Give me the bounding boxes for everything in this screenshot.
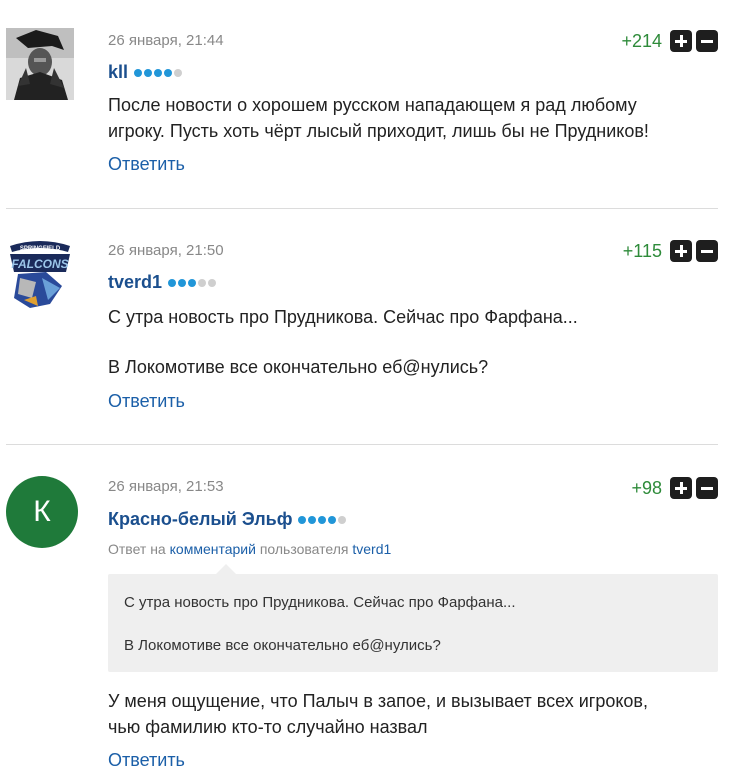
comment-text: У меня ощущение, что Палыч в запое, и вы… (108, 691, 648, 737)
upvote-button[interactable] (670, 240, 692, 262)
minus-icon (701, 250, 713, 253)
reply-to-info: Ответ на комментарий пользователя tverd1 (108, 541, 392, 557)
minus-icon (701, 40, 713, 43)
logo-falcons-text: FALCONS (11, 257, 68, 271)
user-photo-icon (6, 28, 74, 100)
upvote-button[interactable] (670, 30, 692, 52)
comment-date: 26 января, 21:50 (108, 242, 224, 259)
rating-dots (134, 68, 183, 77)
upvote-button[interactable] (670, 477, 692, 499)
vote-box: +115 (623, 240, 718, 262)
avatar[interactable]: SPRINGFIELD FALCONS (6, 238, 74, 310)
divider (6, 444, 718, 445)
reply-link[interactable]: Ответить (108, 750, 185, 771)
downvote-button[interactable] (696, 240, 718, 262)
comment-author[interactable]: tverd1 (108, 272, 217, 293)
reply-link[interactable]: Ответить (108, 391, 185, 412)
divider (6, 208, 718, 209)
comment-author[interactable]: kll (108, 62, 183, 83)
quote-line-1: С утра новость про Прудникова. Сейчас пр… (124, 594, 516, 611)
rating-dots (298, 515, 347, 524)
comment-date: 26 января, 21:44 (108, 32, 224, 49)
comment-text-line-1: С утра новость про Прудникова. Сейчас пр… (108, 307, 578, 327)
quote-notch (216, 564, 236, 574)
author-name[interactable]: tverd1 (108, 272, 162, 293)
comment-text: После новости о хорошем русском нападающ… (108, 95, 649, 141)
comment-score: +115 (622, 240, 662, 261)
comment-author[interactable]: Красно-белый Эльф (108, 509, 347, 530)
vote-box: +214 (621, 30, 718, 52)
comment-score: +98 (631, 477, 662, 498)
comment-text-line-2: В Локомотиве все окончательно еб@нулись? (108, 357, 489, 377)
quoted-comment: С утра новость про Прудникова. Сейчас пр… (108, 574, 718, 672)
user-link[interactable]: tverd1 (352, 541, 391, 557)
falcons-logo-icon: SPRINGFIELD FALCONS (6, 238, 74, 310)
quote-line-2: В Локомотиве все окончательно еб@нулись? (124, 637, 441, 654)
avatar[interactable] (6, 28, 74, 100)
logo-springfield-text: SPRINGFIELD (20, 246, 61, 252)
avatar[interactable]: К (6, 476, 78, 548)
downvote-button[interactable] (696, 477, 718, 499)
comment-date: 26 января, 21:53 (108, 478, 224, 495)
reply-link[interactable]: Ответить (108, 154, 185, 175)
author-name[interactable]: Красно-белый Эльф (108, 509, 292, 530)
rating-dots (168, 278, 217, 287)
comment-score: +214 (621, 30, 662, 51)
author-name[interactable]: kll (108, 62, 128, 83)
minus-icon (701, 487, 713, 490)
downvote-button[interactable] (696, 30, 718, 52)
vote-box: +98 (631, 477, 718, 499)
comment-link[interactable]: комментарий (170, 541, 256, 557)
